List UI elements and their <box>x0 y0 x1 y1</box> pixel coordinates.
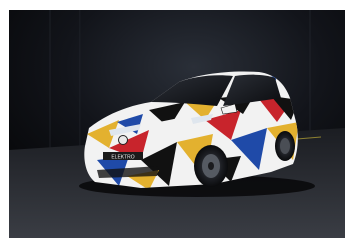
plate-text: ELEKTRO <box>111 155 134 161</box>
front-wheel <box>194 145 228 187</box>
car-photo-illustration: ELEKTRO <box>9 10 345 238</box>
brand-logo <box>118 135 128 145</box>
rear-wheel <box>275 131 295 161</box>
image-frame: ELEKTRO <box>0 0 354 242</box>
car-photo: ELEKTRO <box>9 10 345 238</box>
